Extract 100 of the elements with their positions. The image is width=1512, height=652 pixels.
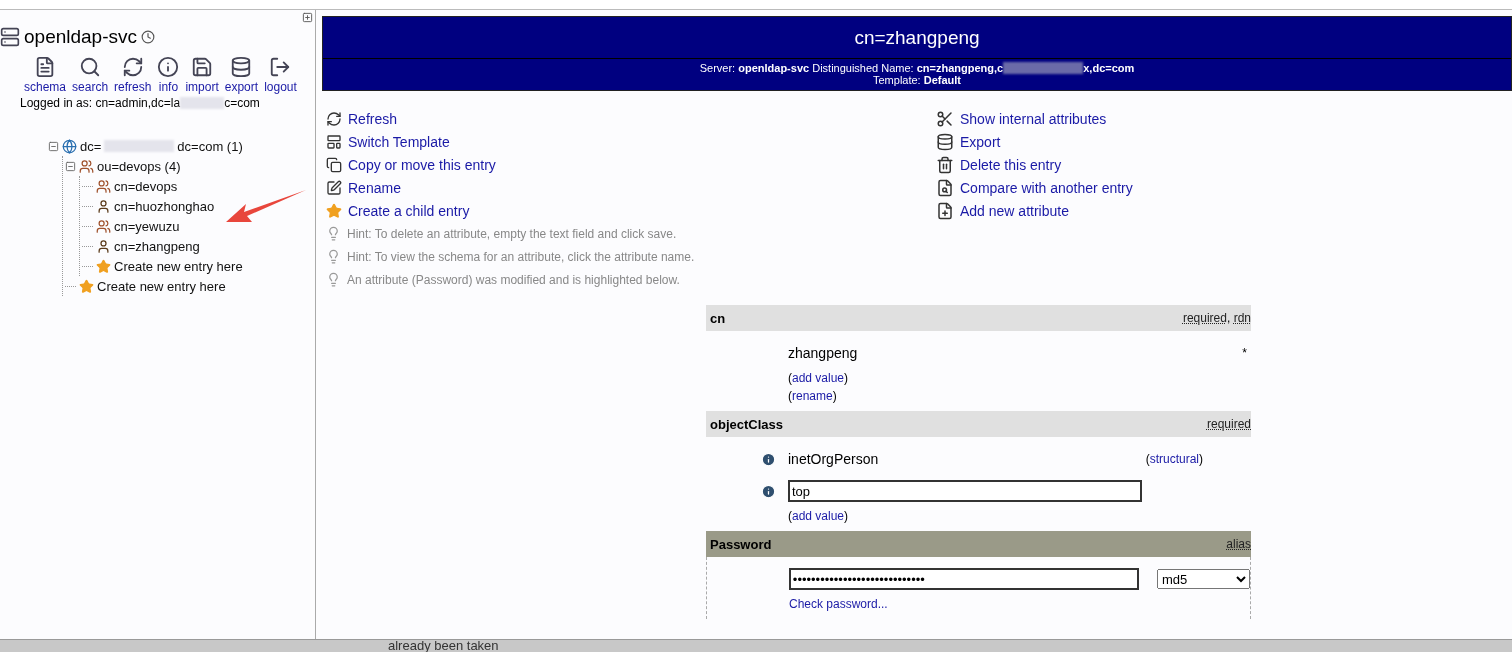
action-link[interactable]: Create a child entry [348, 202, 470, 219]
background-window-text: already been taken [388, 640, 499, 652]
server-name[interactable]: openldap-svc [24, 26, 138, 48]
entry-title: cn=zhangpeng [323, 17, 1511, 59]
attribute-link[interactable]: rename [792, 389, 833, 403]
toolbar-button[interactable]: import [185, 56, 219, 94]
clock-icon[interactable] [141, 30, 156, 44]
attribute-value: inetOrgPerson [788, 451, 880, 467]
tree-item[interactable]: cn=devops [114, 178, 178, 194]
attribute-link[interactable]: add value [792, 509, 845, 523]
parenthesis-text: ) [1199, 452, 1203, 466]
lightbulb-icon [326, 272, 341, 287]
collapse-icon[interactable] [48, 140, 59, 152]
attribute-name[interactable]: Password [710, 536, 772, 552]
parenthesis-text: ( [1145, 452, 1150, 466]
hint-text: An attribute (Password) was modified and is highlighted below. [347, 272, 680, 287]
parenthesis-text: ) [832, 389, 837, 403]
logged-in-text: Logged in as: cn=admin,dc=la [20, 96, 181, 110]
logout-icon [269, 56, 292, 78]
compare-icon [936, 178, 954, 197]
lightbulb-icon [326, 249, 341, 264]
tools-icon [936, 109, 954, 128]
action-link[interactable]: Export [960, 133, 1001, 150]
tree-item[interactable]: cn=yewuzu [114, 218, 180, 234]
add-file-icon [936, 201, 954, 220]
action-link[interactable]: Rename [348, 179, 401, 196]
star-icon [79, 278, 94, 294]
parenthesis-text: ( [788, 509, 792, 523]
group-icon [79, 158, 94, 174]
redacted-blur [180, 97, 225, 109]
server-icon [0, 27, 20, 47]
input-field[interactable]: top [788, 480, 1142, 502]
toolbar-button[interactable]: info [157, 56, 180, 94]
requirement-label[interactable]: rdn [1233, 311, 1251, 325]
rename-icon [326, 179, 342, 196]
toolbar-button[interactable]: logout [264, 56, 297, 94]
tree-item[interactable]: cn=huozhonghao [114, 198, 215, 214]
refresh-icon [121, 56, 144, 78]
logged-in-text: c=com [224, 96, 260, 110]
rdn-mark: * [1242, 346, 1247, 360]
toolbar-button[interactable]: export [224, 56, 259, 94]
toolbar-button[interactable]: schema [24, 56, 67, 94]
separator-text: , [1226, 311, 1232, 325]
action-link[interactable]: Delete this entry [960, 156, 1062, 173]
tree-item[interactable]: ou=devops (4) [97, 158, 181, 174]
globe-icon [62, 138, 77, 154]
parenthesis-text: ( [788, 371, 792, 385]
server-info: x,dc=com [1083, 62, 1135, 74]
tree-item[interactable]: Create new entry here [97, 278, 226, 294]
person-icon [96, 238, 111, 254]
action-link[interactable]: Copy or move this entry [348, 156, 496, 173]
info-icon[interactable] [760, 451, 776, 467]
requirement-label[interactable]: required [1206, 417, 1251, 431]
export-icon [230, 56, 253, 78]
expand-icon[interactable] [302, 12, 313, 23]
star-icon [326, 202, 342, 219]
schema-icon [34, 56, 56, 78]
attribute-name[interactable]: objectClass [710, 416, 783, 432]
attribute-link[interactable]: add value [792, 371, 845, 385]
tree-item[interactable]: dc=com (1) [177, 138, 243, 154]
toolbar-button[interactable]: search [72, 56, 109, 94]
toolbar-button[interactable]: refresh [114, 56, 152, 94]
import-icon [191, 56, 214, 78]
template-icon [326, 133, 342, 150]
group-icon [96, 218, 111, 234]
tree-item[interactable]: cn=zhangpeng [114, 238, 200, 254]
hash-select[interactable]: md5 [1157, 569, 1250, 589]
parenthesis-text: ( [788, 389, 792, 403]
lightbulb-icon [326, 226, 341, 241]
trash-icon [936, 155, 954, 174]
action-link[interactable]: Show internal attributes [960, 110, 1107, 127]
requirement-label[interactable]: required [1182, 311, 1227, 325]
info-icon [157, 56, 180, 78]
action-link[interactable]: Add new attribute [960, 202, 1069, 219]
group-icon [96, 178, 111, 194]
redacted-blur [104, 140, 175, 152]
attribute-value: zhangpeng [788, 345, 859, 361]
collapse-icon[interactable] [65, 160, 76, 172]
attribute-link[interactable]: structural [1149, 452, 1199, 466]
tree-item[interactable]: dc= [80, 138, 102, 154]
template-info: Template: Default [872, 74, 962, 88]
tree-item[interactable]: Create new entry here [114, 258, 243, 274]
refresh-icon [326, 110, 342, 127]
hint-text: Hint: To view the schema for an attribute, click the attribute name. [347, 249, 695, 264]
star-icon [96, 258, 111, 274]
action-link[interactable]: Refresh [348, 110, 398, 127]
database-icon [936, 132, 954, 151]
attribute-name[interactable]: cn [710, 310, 726, 326]
action-link[interactable]: Compare with another entry [960, 179, 1133, 196]
search-icon [79, 56, 102, 78]
server-info: Server: openldap-svc Distinguished Name: cn=zhangpeng,c [699, 62, 1004, 74]
password-field[interactable]: ••••••••••••••••••••••••••••• [788, 568, 1139, 590]
hint-text: Hint: To delete an attribute, empty the text field and click save. [347, 226, 677, 241]
parenthesis-text: ) [844, 371, 849, 385]
requirement-label[interactable]: alias [1226, 537, 1251, 551]
parenthesis-text: ) [844, 509, 849, 523]
action-link[interactable]: Switch Template [348, 133, 450, 150]
person-icon [96, 198, 111, 214]
attribute-link[interactable]: Check password... [789, 597, 888, 611]
info-icon[interactable] [760, 483, 776, 499]
